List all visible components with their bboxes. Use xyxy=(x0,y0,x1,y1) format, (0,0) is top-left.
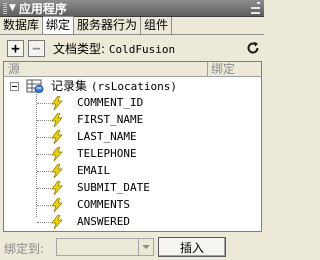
lightning-bolt-icon xyxy=(51,164,63,178)
field-name: EMAIL xyxy=(77,164,111,177)
lightning-bolt-icon xyxy=(51,215,63,229)
add-binding-button[interactable]: + xyxy=(7,40,24,57)
field-name: SUBMIT_DATE xyxy=(77,181,150,194)
tree-branch xyxy=(37,137,51,138)
field-item[interactable]: ANSWERED xyxy=(4,214,261,231)
document-type-value: ColdFusion xyxy=(108,43,176,56)
field-name: COMMENT_ID xyxy=(77,96,144,109)
recordset-label: 记录集 xyxy=(51,79,88,93)
lightning-bolt-icon xyxy=(51,181,63,195)
field-item[interactable]: SUBMIT_DATE xyxy=(4,180,261,197)
bindings-tree-panel: 源 绑定 记录集 (rsLocations) COMMENT_ID FIRST_… xyxy=(3,61,262,232)
document-type-label: 文档类型: xyxy=(53,42,106,56)
tab-bindings[interactable]: 绑定 xyxy=(43,16,75,34)
bind-to-label: 绑定到: xyxy=(4,242,45,256)
collapse-arrow-icon[interactable]: ▼ xyxy=(9,3,16,13)
field-name: LAST_NAME xyxy=(77,130,137,143)
lightning-bolt-icon xyxy=(51,96,63,110)
tree-branch xyxy=(37,222,51,223)
column-divider[interactable] xyxy=(207,62,208,77)
column-binding[interactable]: 绑定 xyxy=(211,62,235,76)
field-item[interactable]: COMMENT_ID xyxy=(4,95,261,112)
tab-components[interactable]: 组件 xyxy=(141,17,173,34)
tree-branch xyxy=(37,171,51,172)
lightning-bolt-icon xyxy=(51,147,63,161)
remove-binding-button[interactable]: − xyxy=(28,40,45,57)
tree-branch xyxy=(37,188,51,189)
field-item[interactable]: TELEPHONE xyxy=(4,146,261,163)
column-header: 源 绑定 xyxy=(4,62,261,77)
panel-title-bar[interactable]: ▼ 应用程序 xyxy=(0,0,264,17)
panel-options-icon[interactable] xyxy=(246,2,260,14)
bindings-tree: 记录集 (rsLocations) COMMENT_ID FIRST_NAME … xyxy=(4,78,261,231)
tab-server-behaviors[interactable]: 服务器行为 xyxy=(74,17,142,34)
bind-to-select[interactable] xyxy=(56,238,154,256)
field-item[interactable]: COMMENTS xyxy=(4,197,261,214)
field-item[interactable]: EMAIL xyxy=(4,163,261,180)
dropdown-arrow-icon[interactable] xyxy=(138,239,153,255)
recordset-node[interactable]: 记录集 (rsLocations) xyxy=(51,78,177,95)
field-name: COMMENTS xyxy=(77,198,130,211)
lightning-bolt-icon xyxy=(51,198,63,212)
tab-databases[interactable]: 数据库 xyxy=(0,17,44,34)
insert-button[interactable]: 插入 xyxy=(158,237,226,257)
column-source[interactable]: 源 xyxy=(8,62,20,76)
collapse-toggle[interactable] xyxy=(10,82,19,91)
field-item[interactable]: LAST_NAME xyxy=(4,129,261,146)
field-name: ANSWERED xyxy=(77,215,130,228)
tree-branch xyxy=(37,103,51,104)
field-item[interactable]: FIRST_NAME xyxy=(4,112,261,129)
panel-title: 应用程序 xyxy=(18,1,67,16)
refresh-icon[interactable] xyxy=(246,41,260,55)
recordset-icon xyxy=(26,79,44,93)
recordset-name: (rsLocations) xyxy=(90,80,177,93)
tree-branch xyxy=(37,205,51,206)
tree-branch xyxy=(37,120,51,121)
field-name: FIRST_NAME xyxy=(77,113,144,126)
drag-grip-icon[interactable] xyxy=(3,2,7,14)
tree-branch xyxy=(37,154,51,155)
lightning-bolt-icon xyxy=(51,130,63,144)
panel-tabs: 数据库 绑定 服务器行为 组件 xyxy=(0,16,264,35)
document-type: 文档类型: ColdFusion xyxy=(53,40,175,57)
bindings-toolbar: + − 文档类型: ColdFusion xyxy=(0,36,264,61)
lightning-bolt-icon xyxy=(51,113,63,127)
field-name: TELEPHONE xyxy=(77,147,137,160)
bottom-bar: 绑定到: 插入 xyxy=(0,235,264,260)
